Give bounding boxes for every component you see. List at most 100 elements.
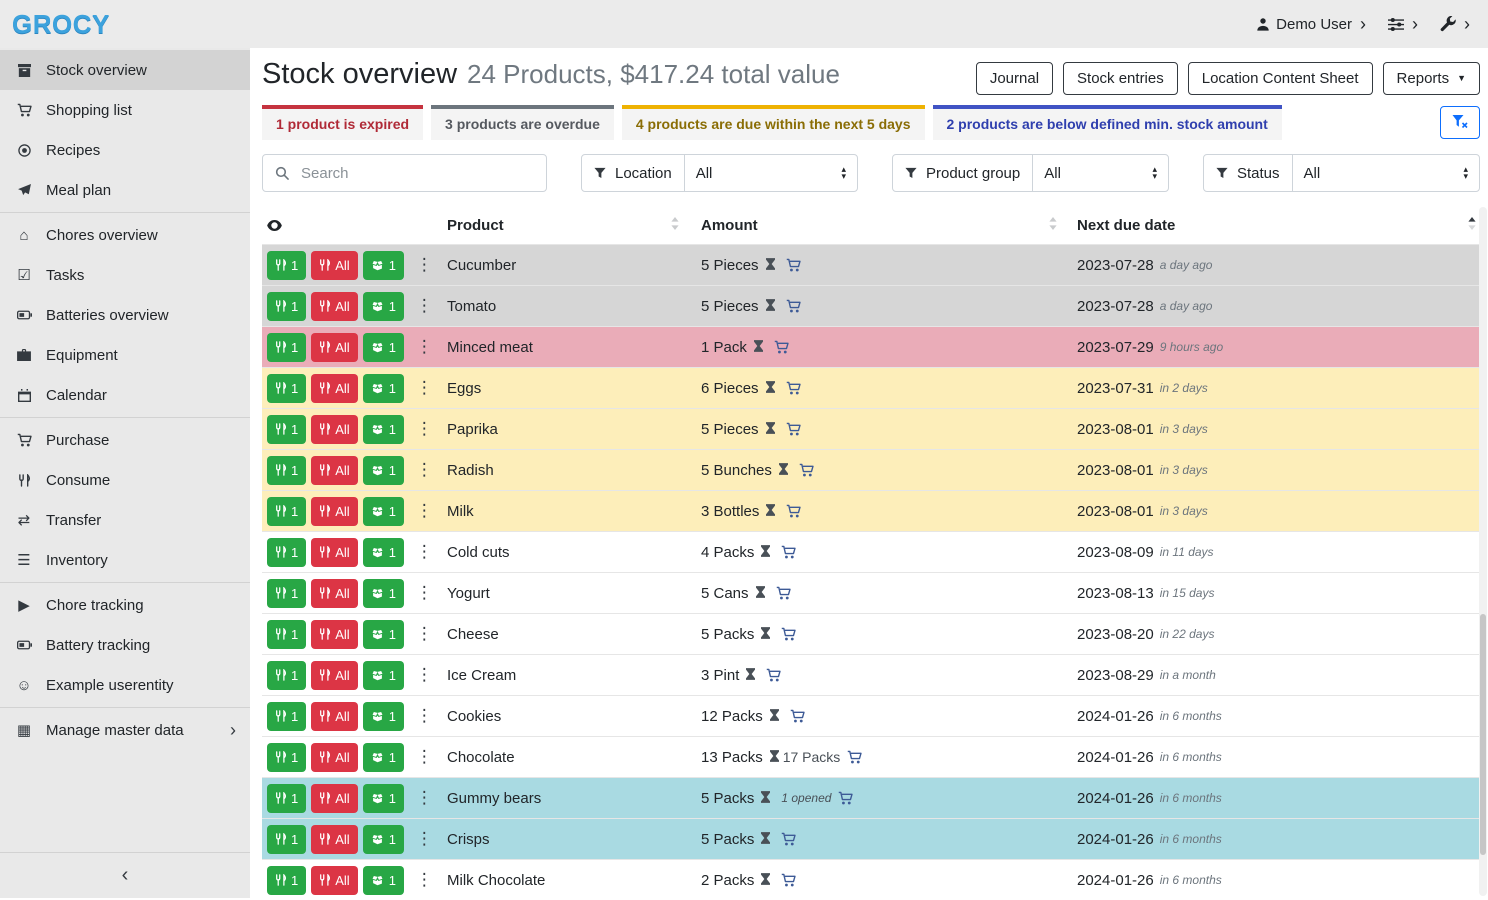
row-menu-button[interactable]: ⋮ bbox=[416, 747, 433, 767]
open-one-button[interactable]: 1 bbox=[363, 538, 404, 567]
sidebar-item-battery-tracking[interactable]: Battery tracking bbox=[0, 625, 250, 665]
consume-one-button[interactable]: 1 bbox=[267, 579, 306, 608]
row-menu-button[interactable]: ⋮ bbox=[416, 870, 433, 890]
sidebar-item-purchase[interactable]: Purchase bbox=[0, 420, 250, 460]
sidebar-item-shopping-list[interactable]: Shopping list bbox=[0, 90, 250, 130]
user-menu[interactable]: Demo User › bbox=[1256, 15, 1366, 33]
row-menu-button[interactable]: ⋮ bbox=[416, 665, 433, 685]
open-one-button[interactable]: 1 bbox=[363, 784, 404, 813]
open-one-button[interactable]: 1 bbox=[363, 661, 404, 690]
sidebar-item-chores-overview[interactable]: ⌂Chores overview bbox=[0, 215, 250, 255]
status-filter-select[interactable]: All ▴▾ bbox=[1293, 155, 1479, 191]
row-menu-button[interactable]: ⋮ bbox=[416, 460, 433, 480]
row-menu-button[interactable]: ⋮ bbox=[416, 829, 433, 849]
consume-one-button[interactable]: 1 bbox=[267, 825, 306, 854]
row-menu-button[interactable]: ⋮ bbox=[416, 788, 433, 808]
consume-all-button[interactable]: All bbox=[311, 456, 357, 485]
sidebar-item-calendar[interactable]: Calendar bbox=[0, 375, 250, 415]
consume-one-button[interactable]: 1 bbox=[267, 743, 306, 772]
sidebar-item-consume[interactable]: Consume bbox=[0, 460, 250, 500]
consume-one-button[interactable]: 1 bbox=[267, 866, 306, 895]
consume-one-button[interactable]: 1 bbox=[267, 333, 306, 362]
column-header-amount[interactable]: Amount bbox=[701, 217, 1077, 234]
sidebar-item-recipes[interactable]: Recipes bbox=[0, 130, 250, 170]
open-one-button[interactable]: 1 bbox=[363, 620, 404, 649]
admin-menu[interactable]: › bbox=[1440, 15, 1470, 33]
open-one-button[interactable]: 1 bbox=[363, 825, 404, 854]
sidebar-item-meal-plan[interactable]: Meal plan bbox=[0, 170, 250, 210]
journal-button[interactable]: Journal bbox=[976, 62, 1053, 95]
open-one-button[interactable]: 1 bbox=[363, 702, 404, 731]
row-menu-button[interactable]: ⋮ bbox=[416, 296, 433, 316]
consume-all-button[interactable]: All bbox=[311, 333, 357, 362]
sidebar-item-tasks[interactable]: ☑Tasks bbox=[0, 255, 250, 295]
sidebar-collapse-button[interactable]: ‹ bbox=[0, 852, 250, 898]
open-one-button[interactable]: 1 bbox=[363, 374, 404, 403]
row-menu-button[interactable]: ⋮ bbox=[416, 542, 433, 562]
product-group-filter-select[interactable]: All ▴▾ bbox=[1033, 155, 1168, 191]
open-one-button[interactable]: 1 bbox=[363, 866, 404, 895]
column-header-product[interactable]: Product bbox=[447, 217, 701, 234]
row-menu-button[interactable]: ⋮ bbox=[416, 501, 433, 521]
sidebar-item-chore-tracking[interactable]: ▶Chore tracking bbox=[0, 585, 250, 625]
open-one-button[interactable]: 1 bbox=[363, 251, 404, 280]
open-one-button[interactable]: 1 bbox=[363, 333, 404, 362]
consume-one-button[interactable]: 1 bbox=[267, 251, 306, 280]
consume-all-button[interactable]: All bbox=[311, 415, 357, 444]
consume-all-button[interactable]: All bbox=[311, 866, 357, 895]
consume-one-button[interactable]: 1 bbox=[267, 620, 306, 649]
consume-one-button[interactable]: 1 bbox=[267, 497, 306, 526]
consume-one-button[interactable]: 1 bbox=[267, 415, 306, 444]
consume-one-button[interactable]: 1 bbox=[267, 292, 306, 321]
sidebar-item-stock-overview[interactable]: Stock overview bbox=[0, 50, 250, 90]
search-input[interactable] bbox=[299, 164, 534, 183]
open-one-button[interactable]: 1 bbox=[363, 456, 404, 485]
sidebar-item-transfer[interactable]: ⇄Transfer bbox=[0, 500, 250, 540]
row-menu-button[interactable]: ⋮ bbox=[416, 583, 433, 603]
row-menu-button[interactable]: ⋮ bbox=[416, 706, 433, 726]
consume-all-button[interactable]: All bbox=[311, 620, 357, 649]
consume-all-button[interactable]: All bbox=[311, 825, 357, 854]
consume-all-button[interactable]: All bbox=[311, 251, 357, 280]
sidebar-item-manage-master-data[interactable]: ▦Manage master data› bbox=[0, 710, 250, 750]
open-one-button[interactable]: 1 bbox=[363, 743, 404, 772]
consume-all-button[interactable]: All bbox=[311, 784, 357, 813]
row-menu-button[interactable]: ⋮ bbox=[416, 255, 433, 275]
consume-one-button[interactable]: 1 bbox=[267, 538, 306, 567]
sidebar-item-batteries-overview[interactable]: Batteries overview bbox=[0, 295, 250, 335]
consume-one-button[interactable]: 1 bbox=[267, 784, 306, 813]
sidebar-item-example-userentity[interactable]: ☺Example userentity bbox=[0, 665, 250, 705]
location-filter-select[interactable]: All ▴▾ bbox=[685, 155, 857, 191]
consume-one-button[interactable]: 1 bbox=[267, 661, 306, 690]
open-one-button[interactable]: 1 bbox=[363, 579, 404, 608]
consume-all-button[interactable]: All bbox=[311, 579, 357, 608]
consume-all-button[interactable]: All bbox=[311, 538, 357, 567]
app-logo[interactable]: GROCY bbox=[12, 9, 110, 40]
open-one-button[interactable]: 1 bbox=[363, 497, 404, 526]
consume-all-button[interactable]: All bbox=[311, 661, 357, 690]
scrollbar-thumb[interactable] bbox=[1480, 614, 1486, 855]
location-content-sheet-button[interactable]: Location Content Sheet bbox=[1188, 62, 1373, 95]
row-menu-button[interactable]: ⋮ bbox=[416, 624, 433, 644]
consume-all-button[interactable]: All bbox=[311, 292, 357, 321]
vertical-scrollbar[interactable] bbox=[1479, 207, 1487, 896]
consume-one-button[interactable]: 1 bbox=[267, 374, 306, 403]
sidebar-item-equipment[interactable]: Equipment bbox=[0, 335, 250, 375]
consume-one-button[interactable]: 1 bbox=[267, 702, 306, 731]
row-menu-button[interactable]: ⋮ bbox=[416, 419, 433, 439]
reports-button[interactable]: Reports ▼ bbox=[1383, 62, 1480, 95]
column-header-due-date[interactable]: Next due date bbox=[1077, 217, 1480, 234]
stock-entries-button[interactable]: Stock entries bbox=[1063, 62, 1178, 95]
column-visibility-header[interactable] bbox=[262, 220, 447, 231]
clear-filters-button[interactable] bbox=[1440, 106, 1480, 139]
consume-all-button[interactable]: All bbox=[311, 743, 357, 772]
row-menu-button[interactable]: ⋮ bbox=[416, 337, 433, 357]
consume-all-button[interactable]: All bbox=[311, 702, 357, 731]
sidebar-item-inventory[interactable]: ☰Inventory bbox=[0, 540, 250, 580]
consume-one-button[interactable]: 1 bbox=[267, 456, 306, 485]
row-menu-button[interactable]: ⋮ bbox=[416, 378, 433, 398]
consume-all-button[interactable]: All bbox=[311, 497, 357, 526]
open-one-button[interactable]: 1 bbox=[363, 292, 404, 321]
open-one-button[interactable]: 1 bbox=[363, 415, 404, 444]
consume-all-button[interactable]: All bbox=[311, 374, 357, 403]
